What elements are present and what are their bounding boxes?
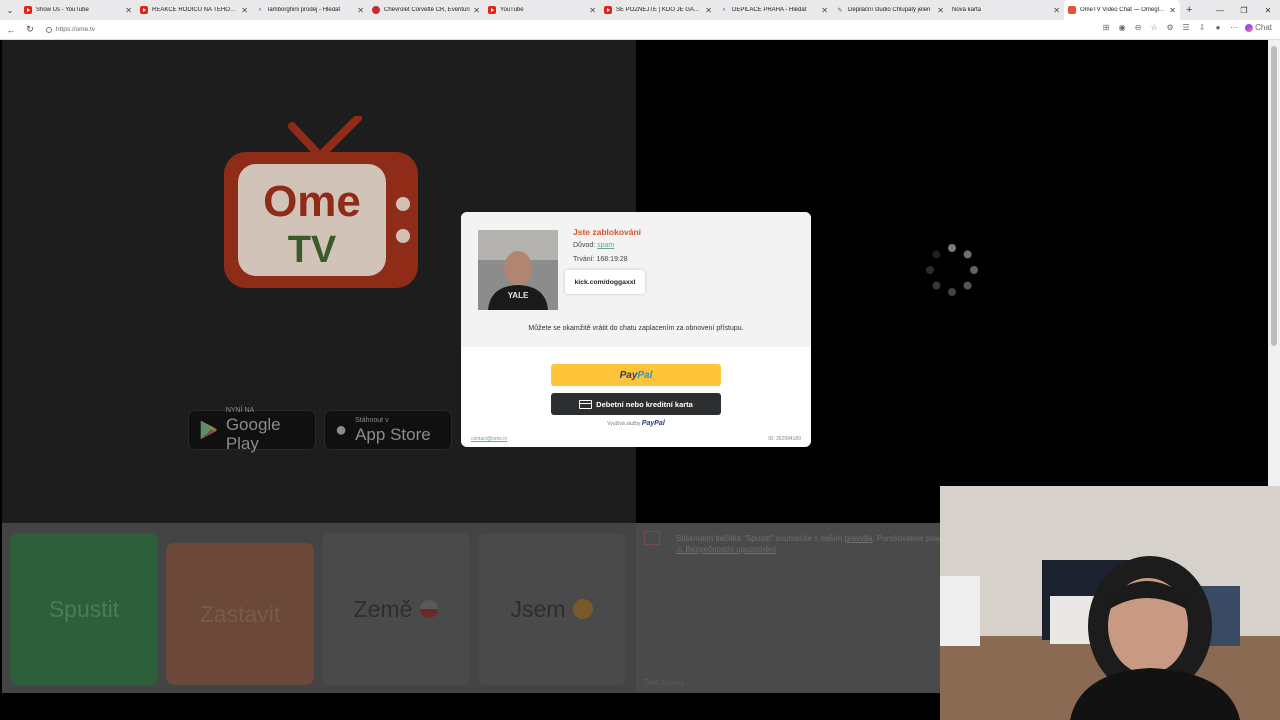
profile-icon[interactable]: ● (1213, 23, 1223, 32)
ban-reason-link[interactable]: spam (597, 242, 614, 249)
url-field[interactable]: https://ome.tv (46, 26, 95, 33)
contact-link[interactable]: contact@ome.tv (471, 436, 507, 442)
ometv-logo: Ome TV (224, 116, 418, 288)
brush-icon: ✎ (837, 7, 843, 14)
card-payment-button[interactable]: Debetní nebo kreditní karta (551, 393, 721, 415)
browser-tab[interactable]: Show Us - YouTube ✕ (20, 0, 136, 20)
user-snapshot-image: YALE (478, 230, 558, 310)
browser-tab-strip: ⌄ Show Us - YouTube ✕ REAKCE RODIČŮ NA TĚ… (0, 0, 1280, 20)
paypal-button[interactable]: Pay Pal (551, 364, 721, 386)
browser-tab-active[interactable]: OmeTV Video Chat — Omegle A ✕ (1064, 0, 1180, 20)
youtube-icon (140, 6, 148, 14)
grid-icon[interactable]: ⊞ (1101, 23, 1111, 32)
search-icon: ⌕ (722, 6, 726, 13)
address-bar: ← ↻ https://ome.tv ⊞ ◉ ⊖ ☆ ⚙ ☰ ⇩ ● ⋯ Cha… (0, 20, 1280, 40)
new-tab-plus-icon[interactable]: + (1186, 4, 1192, 16)
kick-watermark: kick.com/doggaxxl (565, 270, 645, 294)
copilot-icon (1245, 23, 1254, 32)
tab-close-icon[interactable]: ✕ (1053, 6, 1060, 15)
favorite-star-icon[interactable]: ☆ (1149, 23, 1159, 32)
site-info-icon[interactable] (46, 26, 52, 33)
logo-ome-text: Ome (263, 177, 361, 226)
tab-list-chevron-icon[interactable]: ⌄ (0, 0, 20, 20)
svg-text:YALE: YALE (508, 291, 529, 300)
ban-id: ID: 362994189 (768, 436, 801, 442)
google-play-icon (200, 420, 217, 440)
reload-icon[interactable]: ↻ (22, 22, 38, 38)
browser-tab[interactable]: SE POZNEJTE | KDO JE GAY? | Gr✕ (600, 0, 716, 20)
boy-emoji-icon (573, 599, 594, 619)
app-store-button[interactable]: ● Stáhnout v App Store (324, 410, 452, 450)
tab-close-icon[interactable]: ✕ (473, 6, 480, 15)
close-window-icon[interactable]: ✕ (1256, 0, 1280, 20)
ban-info-section: YALE Jste zablokováni Důvod: spam Trvání… (461, 212, 811, 347)
ban-title: Jste zablokováni (573, 227, 642, 237)
powered-by-paypal: Využívá služby PayPal (607, 420, 665, 427)
country-button[interactable]: Země (322, 533, 470, 685)
ometv-icon (1068, 6, 1076, 14)
favorites-icon[interactable]: ☰ (1181, 23, 1191, 32)
tab-close-icon[interactable]: ✕ (705, 6, 712, 15)
tab-close-icon[interactable]: ✕ (821, 6, 828, 15)
youtube-icon (604, 6, 612, 14)
more-menu-icon[interactable]: ⋯ (1229, 23, 1239, 32)
restore-icon[interactable]: ❐ (1232, 0, 1256, 20)
youtube-icon (24, 6, 32, 14)
copilot-chat-button[interactable]: Chat (1245, 23, 1272, 32)
minimize-icon[interactable]: — (1208, 0, 1232, 20)
gender-button[interactable]: Jsem (478, 533, 626, 685)
tab-close-icon[interactable]: ✕ (357, 6, 364, 15)
browser-tab[interactable]: ⌕ DEPILACE PRAHA - Hledat ✕ (716, 0, 832, 20)
tab-close-icon[interactable]: ✕ (241, 6, 248, 15)
youtube-icon (488, 6, 496, 14)
search-icon: ⌕ (258, 6, 262, 13)
chat-notice: Stisknutím tlačítka "Spustit" souhlasíte… (676, 534, 954, 554)
back-arrow-icon[interactable]: ← (3, 22, 19, 38)
safety-warning-link[interactable]: ⚠ Bezpečnostní upozornění (676, 545, 776, 554)
tab-close-icon[interactable]: ✕ (937, 6, 944, 15)
ban-duration: Trvání: 168:19:28 (573, 256, 628, 263)
reader-icon[interactable]: ⊖ (1133, 23, 1143, 32)
czech-flag-icon (420, 600, 439, 618)
browser-tab[interactable]: ✎ Depilační studio Chlupatý jelen ✕ (832, 0, 948, 20)
start-button[interactable]: Spustit (10, 533, 158, 685)
stop-button[interactable]: Zastavit (166, 543, 314, 685)
chevrolet-icon (372, 6, 380, 14)
chat-message-input[interactable]: Text zprávy... (644, 678, 691, 687)
scrollbar-thumb[interactable] (1271, 46, 1277, 346)
ban-modal: YALE Jste zablokováni Důvod: spam Trvání… (461, 212, 811, 447)
toolbar-right: ⊞ ◉ ⊖ ☆ ⚙ ☰ ⇩ ● ⋯ Chat (1101, 23, 1272, 32)
tab-close-icon[interactable]: ✕ (1169, 6, 1176, 15)
loading-spinner-icon (926, 244, 978, 296)
logo-tv-text: TV (288, 229, 337, 271)
unban-message: Můžete se okamžitě vrátit do chatu zapla… (528, 325, 744, 332)
apple-icon: ● (335, 418, 348, 441)
ban-reason: Důvod: spam (573, 242, 615, 249)
tab-close-icon[interactable]: ✕ (589, 6, 596, 15)
credit-card-icon (579, 399, 593, 409)
google-play-button[interactable]: NYNÍ NA Google Play (188, 407, 316, 453)
browser-tab[interactable]: REAKCE RODIČŮ NA TĚHOTNÉ D✕ (136, 0, 252, 20)
browser-tab[interactable]: YouTube ✕ (484, 0, 600, 20)
extensions-puzzle-icon[interactable]: ⚙ (1165, 23, 1175, 32)
report-flag-icon[interactable] (644, 531, 660, 545)
streamer-webcam-overlay (940, 486, 1280, 720)
tab-close-icon[interactable]: ✕ (125, 6, 132, 15)
downloads-icon[interactable]: ⇩ (1197, 23, 1207, 32)
browser-tab[interactable]: Nová karta ✕ (948, 0, 1064, 20)
browser-tab[interactable]: ⌕ lamborghini prodej - Hledat ✕ (252, 0, 368, 20)
window-controls: — ❐ ✕ (1208, 0, 1280, 20)
rules-link[interactable]: pravidla (844, 534, 872, 543)
extension-icon[interactable]: ◉ (1117, 23, 1127, 32)
browser-tab[interactable]: Chevrolet Corvette ČR, Eventuri ✕ (368, 0, 484, 20)
